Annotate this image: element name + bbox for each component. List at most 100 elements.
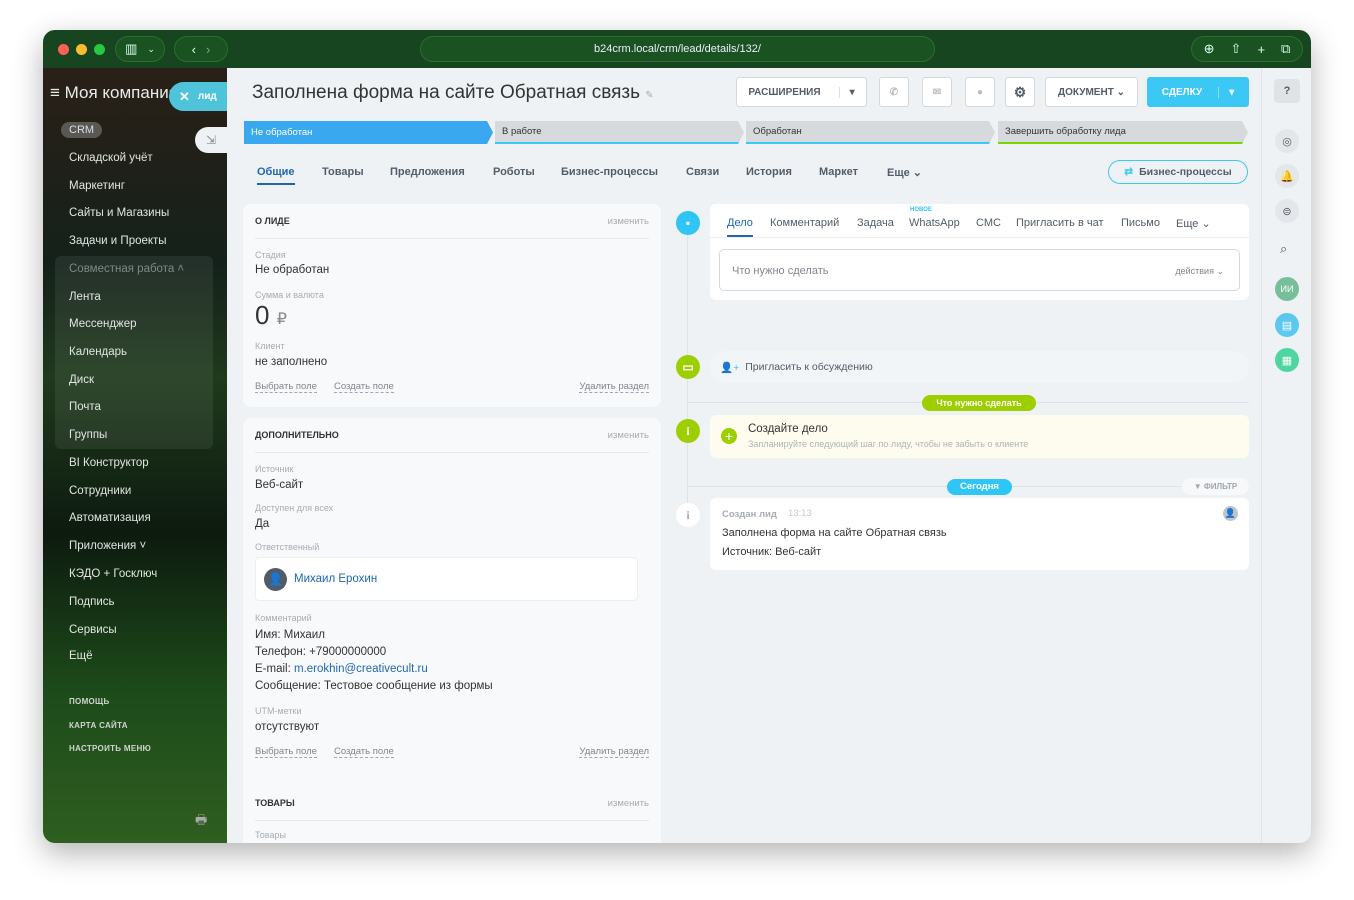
- sidebar-item[interactable]: Задачи и Проекты: [69, 235, 167, 247]
- stage-not-processed[interactable]: Не обработан: [244, 121, 493, 144]
- invite-discussion[interactable]: 👤+ Пригласить к обсуждению: [710, 351, 1249, 383]
- tl-tab-comment[interactable]: Комментарий: [770, 217, 839, 229]
- new-tab-icon[interactable]: +: [1257, 42, 1265, 57]
- actions-dropdown[interactable]: действия ⌄: [1175, 266, 1224, 277]
- sidebar-item[interactable]: Сервисы: [69, 624, 117, 636]
- responsible-link[interactable]: Михаил Ерохин: [294, 573, 377, 585]
- sidebar-item[interactable]: Подпись: [69, 596, 115, 608]
- email-link[interactable]: m.erokhin@creativecult.ru: [294, 663, 428, 675]
- sidebar-group-title[interactable]: Совместная работа ˄: [69, 263, 184, 275]
- field-value[interactable]: Веб-сайт: [255, 479, 303, 491]
- sidebar-toggle-button[interactable]: ▥ ⌄: [115, 36, 165, 62]
- bell-icon[interactable]: 🔔: [1275, 164, 1299, 188]
- address-bar[interactable]: b24crm.local/crm/lead/details/132/: [420, 36, 935, 62]
- edit-link[interactable]: изменить: [608, 430, 649, 441]
- pin-icon[interactable]: ⇲: [195, 127, 227, 153]
- sidebar-item[interactable]: Маркетинг: [69, 180, 125, 192]
- news-icon[interactable]: ▦: [1275, 348, 1299, 372]
- share-icon[interactable]: ⇧: [1231, 41, 1242, 57]
- ai-assistant-button[interactable]: ИИ: [1275, 277, 1299, 301]
- field-value[interactable]: Да: [255, 518, 269, 530]
- back-icon[interactable]: ‹: [192, 42, 196, 57]
- help-icon[interactable]: ?: [1274, 79, 1300, 103]
- field-value[interactable]: не заполнено: [255, 356, 327, 368]
- tab-more[interactable]: Еще ⌄: [887, 166, 922, 179]
- create-field-link[interactable]: Создать поле: [334, 381, 394, 393]
- forward-icon[interactable]: ›: [206, 42, 210, 57]
- tl-tab-task[interactable]: Задача: [857, 217, 894, 229]
- download-icon[interactable]: ⊕: [1204, 41, 1215, 57]
- sidebar-item[interactable]: Календарь: [69, 346, 127, 358]
- filter-button[interactable]: ▼ ФИЛЬТР: [1182, 478, 1249, 495]
- sidebar-item[interactable]: Сотрудники: [69, 485, 131, 497]
- tl-tab-sms[interactable]: СМС: [976, 217, 1001, 229]
- stage-finish[interactable]: Завершить обработку лида: [998, 121, 1248, 144]
- user-avatar-icon[interactable]: 👤: [1223, 506, 1238, 521]
- tl-tab-email[interactable]: Письмо: [1121, 217, 1160, 229]
- chat-button[interactable]: ●: [965, 77, 995, 107]
- tab-general[interactable]: Общие: [257, 166, 295, 185]
- maximize-window-button[interactable]: [94, 44, 105, 55]
- tab-products[interactable]: Товары: [322, 166, 364, 178]
- todo-input[interactable]: Что нужно сделать действия ⌄: [719, 249, 1240, 291]
- settings-button[interactable]: ⚙: [1005, 77, 1035, 107]
- sidebar-item-crm[interactable]: CRM: [61, 122, 103, 138]
- stage-in-progress[interactable]: В работе: [495, 121, 744, 144]
- field-value[interactable]: отсутствуют: [255, 721, 319, 733]
- sidebar-help[interactable]: ПОМОЩЬ: [69, 697, 110, 706]
- tab-market[interactable]: Маркет: [819, 166, 858, 178]
- sidebar-item[interactable]: Мессенджер: [69, 318, 137, 330]
- select-field-link[interactable]: Выбрать поле: [255, 746, 317, 758]
- tab-bizproc[interactable]: Бизнес-процессы: [561, 166, 658, 178]
- company-name[interactable]: ≡ Моя компания: [50, 83, 178, 103]
- tl-tab-more[interactable]: Еще ⌄: [1176, 217, 1211, 230]
- tab-history[interactable]: История: [746, 166, 792, 178]
- delete-section-link[interactable]: Удалить раздел: [579, 746, 649, 758]
- sum-value[interactable]: 0 ₽: [255, 300, 287, 331]
- sidebar-item[interactable]: Приложения ˅: [69, 540, 146, 552]
- search-icon[interactable]: ⌕: [1280, 241, 1287, 257]
- sidebar-item[interactable]: Диск: [69, 374, 94, 386]
- close-window-button[interactable]: [58, 44, 69, 55]
- delete-section-link[interactable]: Удалить раздел: [579, 381, 649, 393]
- edit-link[interactable]: изменить: [608, 798, 649, 809]
- edit-link[interactable]: изменить: [608, 216, 649, 227]
- tl-tab-whatsapp[interactable]: WhatsApp: [909, 217, 960, 229]
- bizproc-button[interactable]: ⇄ Бизнес-процессы: [1108, 160, 1248, 184]
- create-activity-card[interactable]: + Создайте дело Запланируйте следующий ш…: [710, 415, 1249, 458]
- edit-icon[interactable]: ✎: [645, 90, 653, 101]
- sidebar-item[interactable]: Группы: [69, 429, 107, 441]
- convert-deal-button[interactable]: СДЕЛКУ ▾: [1147, 77, 1249, 107]
- lead-close-tab[interactable]: ✕ лид: [169, 82, 227, 111]
- sidebar-item[interactable]: BI Конструктор: [69, 457, 149, 469]
- field-value[interactable]: Не обработан: [255, 264, 329, 276]
- sidebar-item[interactable]: Сайты и Магазины: [69, 207, 169, 219]
- extensions-button[interactable]: РАСШИРЕНИЯ ▾: [736, 77, 867, 107]
- open-channels-icon[interactable]: ▤: [1275, 313, 1299, 337]
- minimize-window-button[interactable]: [76, 44, 87, 55]
- sidebar-item[interactable]: Складской учёт: [69, 152, 153, 164]
- document-button[interactable]: ДОКУМЕНТ ⌄: [1045, 77, 1138, 107]
- chat-list-icon[interactable]: ⊜: [1275, 199, 1299, 223]
- sidebar-item[interactable]: Лента: [69, 291, 101, 303]
- tab-robots[interactable]: Роботы: [493, 166, 535, 178]
- sidebar-item-more[interactable]: Ещё: [69, 650, 93, 662]
- tab-offers[interactable]: Предложения: [390, 166, 465, 178]
- email-button[interactable]: ✉: [922, 77, 952, 107]
- print-icon[interactable]: 🖶: [195, 811, 207, 833]
- select-field-link[interactable]: Выбрать поле: [255, 381, 317, 393]
- sidebar-item[interactable]: Почта: [69, 401, 101, 413]
- sidebar-item[interactable]: Автоматизация: [69, 512, 151, 524]
- stage-processed[interactable]: Обработан: [746, 121, 995, 144]
- sidebar-configure-menu[interactable]: НАСТРОИТЬ МЕНЮ: [69, 744, 151, 753]
- tl-tab-invite-chat[interactable]: Пригласить в чат: [1016, 217, 1104, 229]
- call-button[interactable]: ✆: [879, 77, 909, 107]
- tabs-icon[interactable]: ⧉: [1281, 41, 1290, 57]
- nav-buttons[interactable]: ‹ ›: [174, 36, 228, 62]
- tl-tab-activity[interactable]: Дело: [727, 217, 753, 237]
- sidebar-item[interactable]: КЭДО + Госключ: [69, 568, 157, 580]
- sidebar-sitemap[interactable]: КАРТА САЙТА: [69, 721, 128, 730]
- activity-stream-icon[interactable]: ◎: [1275, 129, 1299, 153]
- create-field-link[interactable]: Создать поле: [334, 746, 394, 758]
- tab-links[interactable]: Связи: [686, 166, 719, 178]
